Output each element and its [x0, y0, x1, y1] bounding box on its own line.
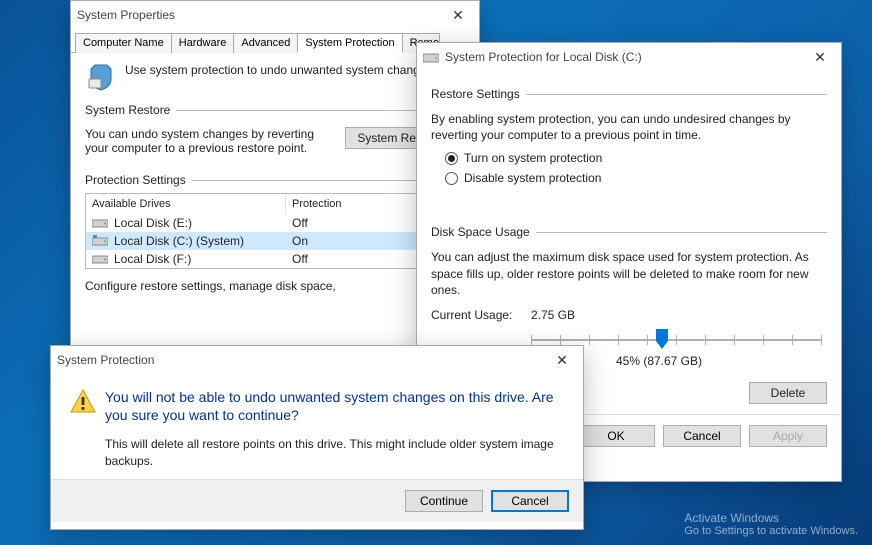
tab-hardware[interactable]: Hardware — [171, 33, 235, 53]
disk-icon — [92, 235, 108, 247]
titlebar[interactable]: System Properties ✕ — [71, 1, 479, 29]
intro-text: Use system protection to undo unwanted s… — [125, 63, 436, 77]
delete-button[interactable]: Delete — [749, 382, 827, 404]
watermark-line1: Activate Windows — [684, 511, 858, 525]
drive-name: Local Disk (E:) — [114, 216, 292, 230]
apply-button[interactable]: Apply — [749, 425, 827, 447]
tab-advanced[interactable]: Advanced — [233, 33, 298, 53]
restore-desc: You can undo system changes by reverting… — [85, 127, 345, 155]
radio-disable[interactable]: Disable system protection — [445, 171, 827, 185]
disk-icon — [423, 49, 439, 65]
cancel-button[interactable]: Cancel — [491, 490, 569, 512]
activation-watermark: Activate Windows Go to Settings to activ… — [684, 511, 858, 537]
disk-icon — [92, 217, 108, 229]
confirm-body: This will delete all restore points on t… — [105, 436, 565, 468]
titlebar[interactable]: System Protection for Local Disk (C:) ✕ — [417, 43, 841, 71]
warning-icon — [69, 388, 97, 416]
drive-protection: On — [292, 234, 308, 248]
titlebar[interactable]: System Protection ✕ — [51, 346, 583, 374]
restore-desc: By enabling system protection, you can u… — [431, 111, 827, 143]
window-title: System Protection — [57, 353, 154, 367]
radio-turn-on[interactable]: Turn on system protection — [445, 151, 827, 165]
watermark-line2: Go to Settings to activate Windows. — [684, 525, 858, 537]
drive-name: Local Disk (F:) — [114, 252, 292, 266]
system-restore-label: System Restore — [85, 103, 170, 117]
table-row[interactable]: Local Disk (E:) Off — [86, 214, 464, 232]
tab-system-protection[interactable]: System Protection — [297, 33, 402, 53]
drive-name: Local Disk (C:) (System) — [114, 234, 292, 248]
disk-space-label: Disk Space Usage — [431, 225, 530, 239]
col-drives[interactable]: Available Drives — [86, 194, 286, 214]
cancel-button[interactable]: Cancel — [663, 425, 741, 447]
window-title: System Protection for Local Disk (C:) — [445, 50, 642, 64]
confirm-heading: You will not be able to undo unwanted sy… — [105, 388, 565, 424]
drive-protection: Off — [292, 252, 308, 266]
close-icon[interactable]: ✕ — [805, 47, 835, 67]
close-icon[interactable]: ✕ — [443, 5, 473, 25]
radio-label: Disable system protection — [464, 171, 601, 185]
tab-computer-name[interactable]: Computer Name — [75, 33, 172, 53]
disk-desc: You can adjust the maximum disk space us… — [431, 249, 827, 298]
ok-button[interactable]: OK — [577, 425, 655, 447]
current-usage-value: 2.75 GB — [531, 308, 575, 322]
radio-label: Turn on system protection — [464, 151, 602, 165]
restore-settings-label: Restore Settings — [431, 87, 520, 101]
confirm-dialog: System Protection ✕ You will not be able… — [50, 345, 584, 530]
shield-icon — [85, 63, 117, 91]
table-row[interactable]: Local Disk (C:) (System) On — [86, 232, 464, 250]
table-row[interactable]: Local Disk (F:) Off — [86, 250, 464, 268]
protection-settings-label: Protection Settings — [85, 173, 186, 187]
continue-button[interactable]: Continue — [405, 490, 483, 512]
window-title: System Properties — [77, 8, 175, 22]
drive-protection: Off — [292, 216, 308, 230]
current-usage-label: Current Usage: — [431, 308, 531, 322]
configure-text: Configure restore settings, manage disk … — [85, 279, 465, 293]
drives-table: Available Drives Protection Local Disk (… — [85, 193, 465, 269]
close-icon[interactable]: ✕ — [547, 350, 577, 370]
disk-icon — [92, 253, 108, 265]
